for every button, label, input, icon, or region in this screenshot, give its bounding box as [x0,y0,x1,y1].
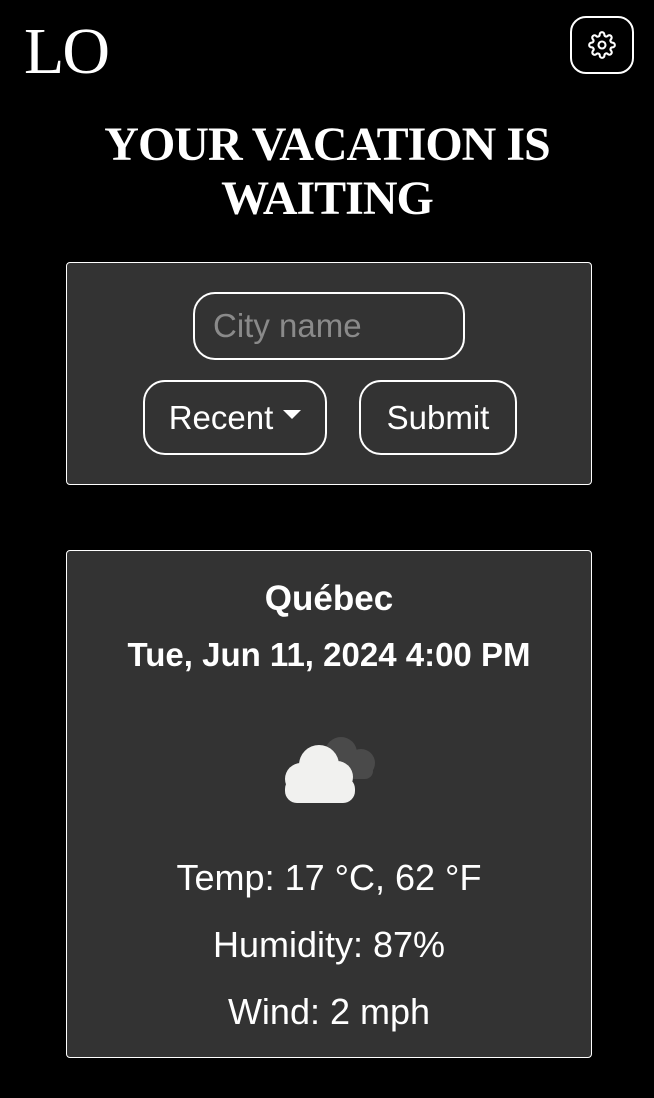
humidity-text: Humidity: 87% [212,924,446,965]
weather-card: Québec Tue, Jun 11, 2024 4:00 PM Temp: 1… [66,550,592,1058]
temperature-text: Temp: 17 °C, 62 °F [176,857,482,898]
recent-label: Recent [168,398,274,436]
wind-text: Wind: 2 mph [227,991,431,1032]
headline-line-1: YOUR VACATION IS [104,118,550,171]
forecast-datetime: Tue, Jun 11, 2024 4:00 PM [127,636,531,673]
search-card: Recent Submit [66,262,592,485]
logo: LO [24,15,110,88]
city-name: Québec [264,579,394,618]
submit-button[interactable]: Submit [359,380,517,455]
recent-dropdown-button[interactable]: Recent [143,380,327,455]
broken-clouds-icon [285,737,375,803]
caret-down-icon [283,410,302,419]
submit-label: Submit [386,398,490,436]
gear-icon [588,31,616,59]
page-headline: YOUR VACATION IS WAITING [0,118,654,226]
settings-button[interactable] [570,16,634,74]
city-name-input[interactable] [193,292,465,360]
headline-line-2: WAITING [221,172,434,225]
